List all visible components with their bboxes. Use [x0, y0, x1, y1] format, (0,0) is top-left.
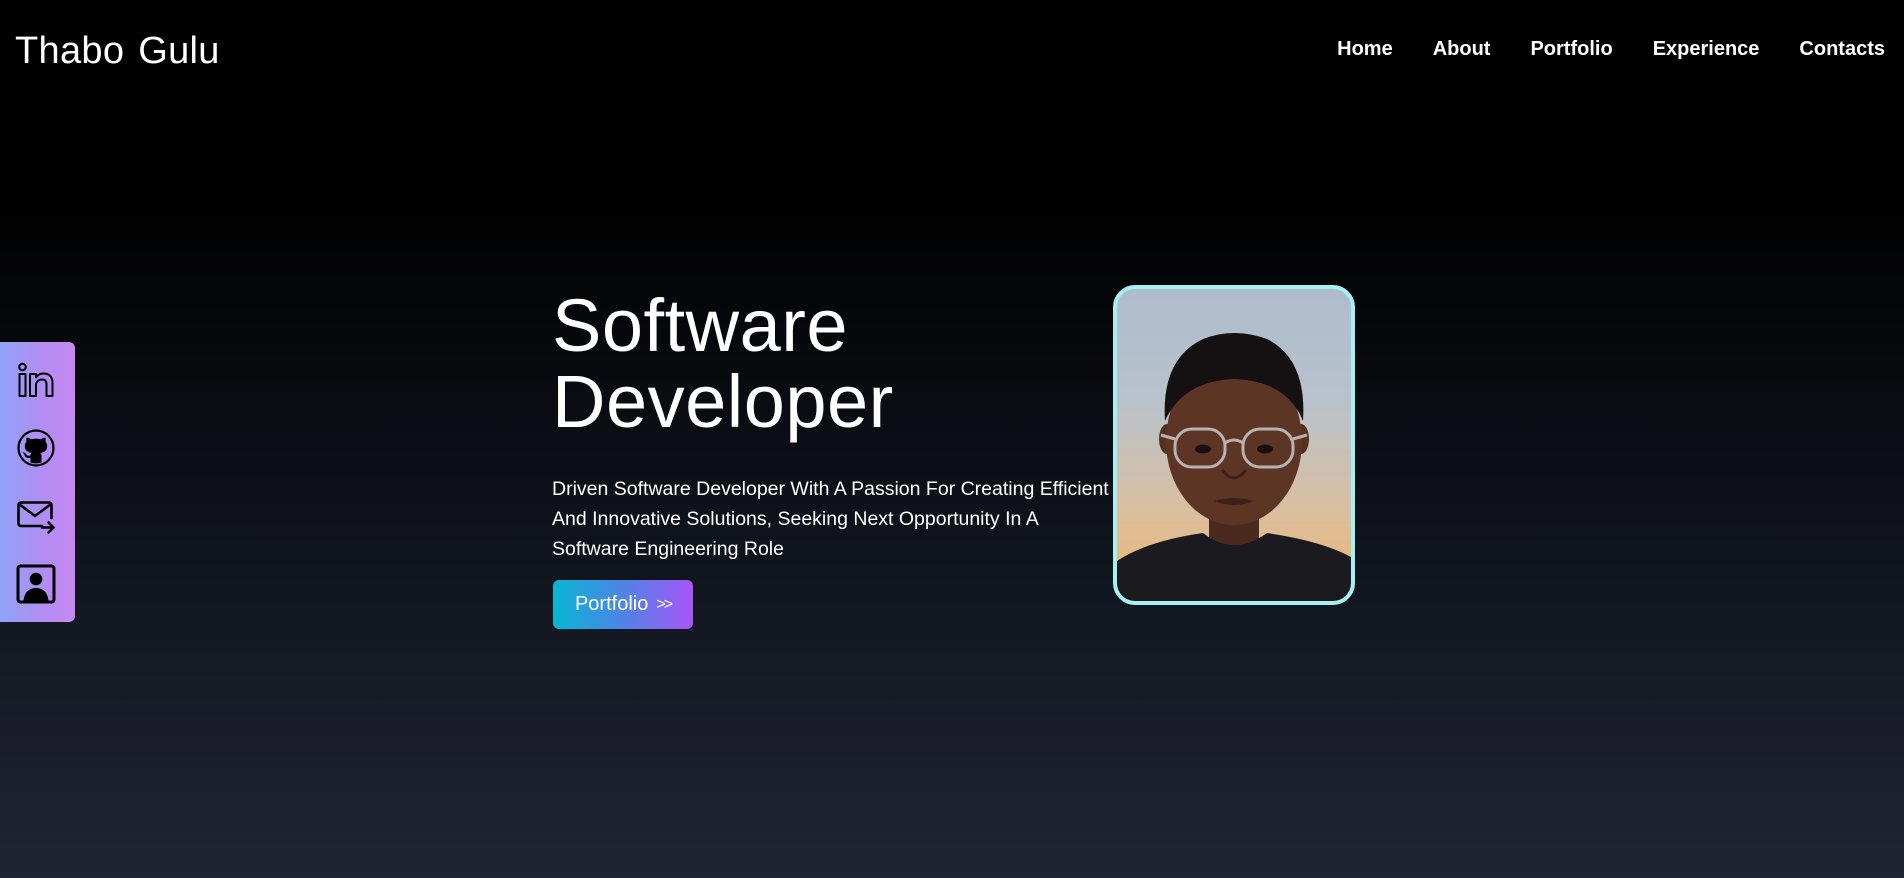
- nav-about-link[interactable]: About: [1433, 36, 1491, 62]
- hero-title-line-2: Developer: [552, 360, 894, 443]
- hero-title: Software Developer: [552, 288, 894, 440]
- portfolio-button-label: Portfolio: [574, 593, 649, 615]
- nav-experience-link[interactable]: Experience: [1653, 36, 1760, 62]
- email-icon[interactable]: [16, 496, 56, 536]
- site-logo[interactable]: Thabo Gulu: [15, 28, 220, 74]
- nav-home-link[interactable]: Home: [1337, 36, 1393, 62]
- github-icon[interactable]: [16, 428, 56, 468]
- main-nav: Home About Portfolio Experience Contacts: [1337, 36, 1885, 62]
- logo-last-name: Gulu: [138, 30, 220, 72]
- contact-card-icon[interactable]: [16, 564, 56, 604]
- profile-portrait-illustration: [1117, 333, 1351, 601]
- hero-title-line-1: Software: [552, 284, 849, 367]
- double-chevron-right-icon: >>: [656, 595, 673, 613]
- linkedin-icon[interactable]: [16, 360, 56, 400]
- hero-description: Driven Software Developer With A Passion…: [552, 478, 1109, 560]
- nav-contacts-link[interactable]: Contacts: [1799, 36, 1885, 62]
- nav-portfolio-link[interactable]: Portfolio: [1530, 36, 1612, 62]
- portfolio-button[interactable]: Portfolio >>: [553, 580, 693, 629]
- logo-first-name: Thabo: [15, 30, 125, 72]
- profile-photo: [1113, 285, 1355, 605]
- social-links-bar: [0, 342, 75, 622]
- site-header: Thabo Gulu Home About Portfolio Experienc…: [0, 0, 1904, 100]
